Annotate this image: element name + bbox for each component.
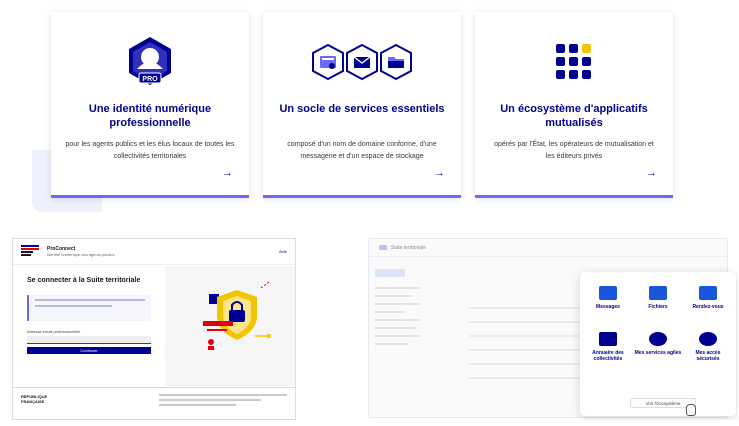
login-info-callout: [27, 295, 151, 321]
card-description: composé d'un nom de domaine conforme, d'…: [287, 141, 437, 160]
pointer-cursor-icon: [686, 404, 696, 416]
arrow-right-icon[interactable]: →: [646, 167, 657, 179]
login-heading: Se connecter à la Suite territoriale: [27, 277, 141, 284]
app-acces-securises[interactable]: Mes accès sécurisés: [684, 332, 732, 362]
suite-launcher-screenshot: Suite territoriale Messages Fichiers Ren…: [358, 222, 738, 420]
card-description: opérés par l'État, les opérateurs de mut…: [494, 141, 654, 160]
email-label: Adresse email professionnelle: [27, 329, 81, 334]
app-rendez-vous[interactable]: Rendez-vous: [684, 286, 732, 310]
security-illustration: [165, 266, 295, 386]
services-hexagons-icon: [263, 34, 461, 90]
calendar-icon: [699, 286, 717, 300]
login-footer: RÉPUBLIQUE FRANÇAISE: [13, 387, 295, 419]
login-form: Se connecter à la Suite territoriale Adr…: [13, 266, 165, 386]
footer-links: [59, 394, 287, 413]
republique-flag-icon: [21, 244, 39, 259]
mail-icon: [599, 286, 617, 300]
feature-card-identity[interactable]: PRO Une identité numérique professionnel…: [51, 12, 249, 198]
secure-access-icon: [699, 332, 717, 346]
feature-card-services[interactable]: Un socle de services essentiels composé …: [263, 12, 461, 198]
login-page-screenshot: ProConnect Identité numérique des agents…: [12, 238, 296, 420]
window-title: Suite territoriale: [391, 244, 427, 251]
directory-icon: [599, 332, 617, 346]
card-description: pour les agents publics et les élus loca…: [65, 141, 235, 160]
card-title: Une identité numérique professionnelle: [88, 103, 212, 129]
folder-icon: [649, 286, 667, 300]
app-fichiers[interactable]: Fichiers: [634, 286, 682, 310]
help-link[interactable]: Aide: [279, 249, 287, 254]
continue-button[interactable]: Continuer: [27, 347, 151, 354]
pro-badge-label: PRO: [142, 76, 158, 83]
arrow-right-icon[interactable]: →: [434, 167, 445, 179]
window-logo-icon: [379, 245, 387, 250]
email-field[interactable]: [27, 336, 151, 344]
suite-window-topbar: Suite territoriale: [369, 239, 727, 257]
arrow-right-icon[interactable]: →: [222, 167, 233, 179]
app-messages[interactable]: Messages: [584, 286, 632, 310]
republique-francaise-logo: RÉPUBLIQUE FRANÇAISE: [21, 394, 48, 404]
app-launcher-popup: Messages Fichiers Rendez-vous Annuaire d…: [580, 272, 736, 416]
login-header: ProConnect Identité numérique des agents…: [13, 239, 295, 265]
feature-card-ecosystem[interactable]: Un écosystème d'applicatifs mutualisés o…: [475, 12, 673, 198]
card-title: Un socle de services essentiels: [279, 103, 445, 115]
apps-grid-icon: [475, 34, 673, 90]
suite-message-list: [469, 295, 579, 409]
card-title: Un écosystème d'applicatifs mutualisés: [500, 103, 648, 129]
suite-sidebar: [375, 269, 435, 411]
services-icon: [649, 332, 667, 346]
login-brand-subtitle: Identité numérique des agents publics: [47, 252, 115, 257]
app-annuaire[interactable]: Annuaire des collectivités: [584, 332, 632, 362]
app-services-agiles[interactable]: Mes services agiles: [634, 332, 682, 356]
identity-pro-badge-icon: PRO: [51, 34, 249, 90]
